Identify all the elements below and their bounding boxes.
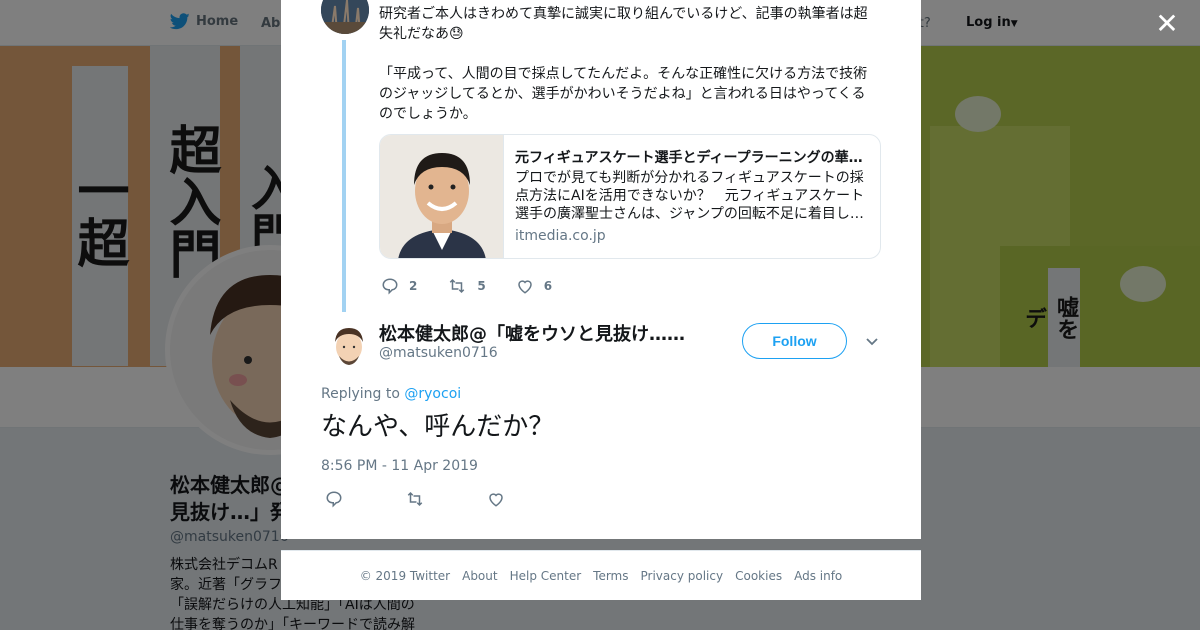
card-title: 元フィギュアスケート選手とディープラーニングの華…	[515, 150, 863, 166]
retweet-count: 5	[477, 279, 486, 293]
like-icon	[517, 280, 532, 294]
tweet-actions	[325, 490, 567, 512]
reply-icon	[326, 491, 342, 508]
footer-link-about[interactable]: About	[462, 569, 497, 583]
avatar-illustration-icon	[325, 320, 373, 368]
like-button[interactable]: 6	[516, 277, 552, 295]
like-count: 6	[543, 279, 553, 293]
reply-icon	[382, 278, 398, 295]
reply-button[interactable]	[325, 490, 343, 512]
follow-button[interactable]: Follow	[742, 323, 847, 359]
like-icon	[489, 493, 503, 507]
previous-tweet-actions: 2 5 6	[381, 277, 582, 295]
footer-link-cookies[interactable]: Cookies	[735, 569, 782, 583]
tweet-author-handle[interactable]: @matsuken0716	[379, 345, 498, 361]
retweet-icon	[407, 491, 423, 507]
footer-link-ads[interactable]: Ads info	[794, 569, 842, 583]
close-icon[interactable]: ✕	[1153, 10, 1181, 38]
previous-tweet-line: 「平成って、人間の目で採点してたんだよ。そんな正確性に欠ける方法で技術のジャッジ…	[379, 66, 868, 122]
footer-copyright: © 2019 Twitter	[359, 568, 451, 583]
footer-link-help[interactable]: Help Center	[510, 569, 582, 583]
avatar-photo-icon	[321, 0, 369, 34]
retweet-button[interactable]	[405, 490, 425, 512]
card-url: itmedia.co.jp	[515, 228, 606, 244]
tweet-author-avatar[interactable]	[325, 320, 373, 368]
previous-tweet-avatar[interactable]	[321, 0, 369, 34]
tweet-timestamp[interactable]: 8:56 PM - 11 Apr 2019	[321, 458, 478, 474]
retweet-icon	[450, 278, 465, 294]
reply-button[interactable]: 2	[381, 277, 417, 295]
retweet-button[interactable]: 5	[447, 277, 486, 295]
replying-prefix: Replying to	[321, 386, 400, 402]
chevron-down-icon	[866, 338, 878, 346]
tweet-text: なんや、呼んだか？	[321, 412, 555, 442]
reply-mention-link[interactable]: @ryocoi	[404, 386, 461, 402]
replying-to: Replying to @ryocoi	[321, 386, 461, 402]
card-description: プロでが見ても判断が分かれるフィギュアスケートの採点方法にAIを活用できないか？…	[515, 170, 865, 222]
reply-count: 2	[409, 279, 418, 293]
previous-tweet-line: 研究者ご本人はきわめて真摯に誠実に取り組んでいるけど、記事の執筆者は超失礼だなあ…	[379, 6, 868, 42]
person-photo-icon	[380, 135, 503, 258]
thread-connector	[342, 40, 346, 312]
tweet-permalink-modal: 研究者ご本人はきわめて真摯に誠実に取り組んでいるけど、記事の執筆者は超失礼だなあ…	[281, 0, 921, 539]
previous-tweet-text: 研究者ご本人はきわめて真摯に誠実に取り組んでいるけど、記事の執筆者は超失礼だなあ…	[379, 4, 879, 144]
tweet-menu-button[interactable]	[864, 333, 880, 353]
tweet-author-name[interactable]: 松本健太郎@「嘘をウソと見抜け……	[379, 320, 699, 346]
footer-link-privacy[interactable]: Privacy policy	[641, 569, 724, 583]
like-button[interactable]	[487, 490, 505, 512]
footer-link-terms[interactable]: Terms	[593, 569, 628, 583]
link-preview-card[interactable]: 元フィギュアスケート選手とディープラーニングの華… プロでが見ても判断が分かれる…	[379, 134, 881, 259]
modal-footer: © 2019 Twitter About Help Center Terms P…	[281, 550, 921, 600]
card-thumbnail	[380, 135, 504, 258]
